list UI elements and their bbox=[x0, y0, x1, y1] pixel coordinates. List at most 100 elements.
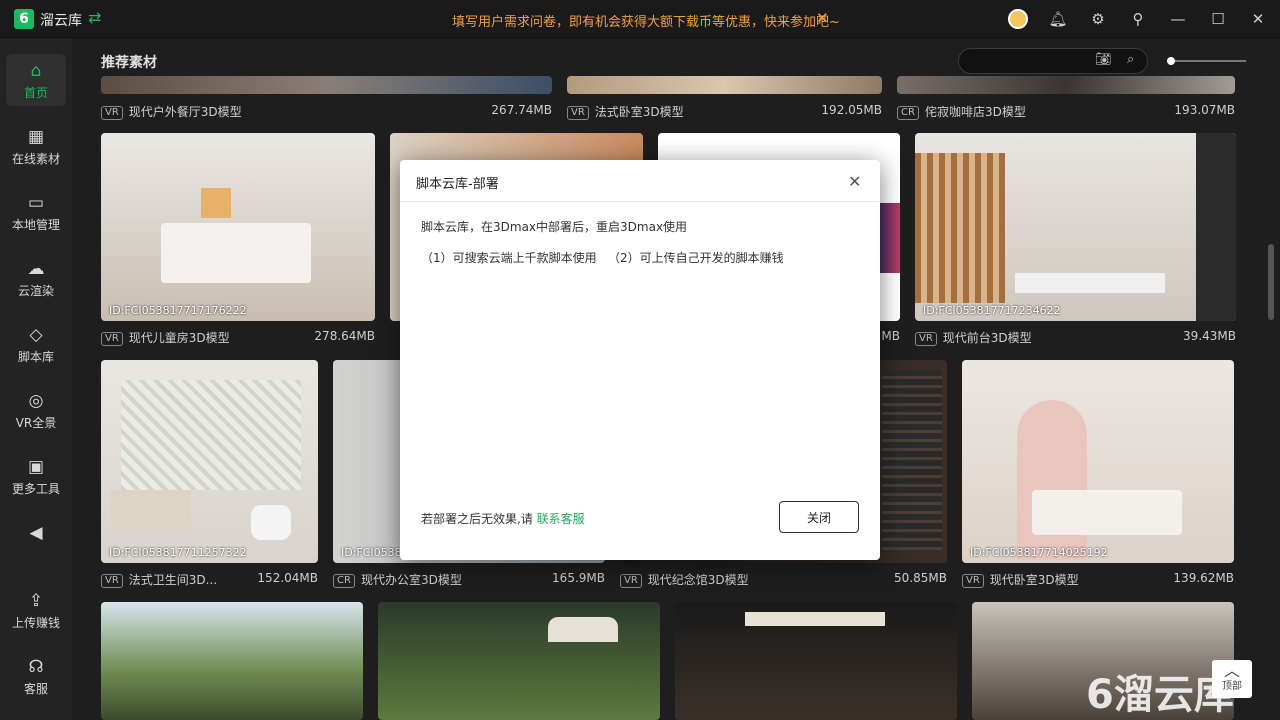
asset-meta: VR 法式卧室3D模型 192.05MB bbox=[567, 103, 882, 121]
asset-thumbnail[interactable] bbox=[101, 76, 552, 94]
asset-size: 278.64MB bbox=[314, 329, 375, 343]
dialog-footer-text: 若部署之后无效果,请 bbox=[421, 512, 537, 526]
toilet bbox=[251, 505, 291, 540]
upload-icon: ⇪ bbox=[28, 591, 44, 611]
search-input[interactable] bbox=[971, 53, 1091, 71]
asset-card[interactable]: ID:FCI053817711257322 VR 法式卫生间3D... 152.0… bbox=[101, 360, 318, 588]
app-logo: 6 bbox=[14, 9, 34, 29]
zoom-slider-track[interactable] bbox=[1170, 60, 1246, 62]
asset-size: 267.74MB bbox=[491, 103, 552, 117]
asset-card[interactable] bbox=[101, 602, 363, 720]
asset-card[interactable]: CR 侘寂咖啡店3D模型 193.07MB bbox=[897, 76, 1235, 120]
asset-badge: VR bbox=[620, 574, 642, 588]
avatar[interactable] bbox=[1008, 9, 1028, 29]
asset-card[interactable]: VR 现代户外餐厅3D模型 267.74MB bbox=[101, 76, 552, 120]
arch-wall bbox=[1017, 400, 1087, 560]
sidebar-item-label: 云渲染 bbox=[17, 284, 54, 298]
title-bar: 6 溜云库 ⇄ 填写用户需求问卷，即有机会获得大额下载币等优惠，快来参加吧~ ✕… bbox=[0, 0, 1280, 38]
minimize-icon[interactable]: — bbox=[1168, 9, 1188, 29]
notice-close-icon[interactable]: ✕ bbox=[816, 9, 829, 27]
dialog-feature-1: （1）可搜索云端上千款脚本使用 bbox=[421, 251, 597, 265]
asset-card[interactable] bbox=[675, 602, 957, 720]
sidebar-item-cloud-render[interactable]: ☁ 云渲染 bbox=[6, 252, 66, 304]
gear-icon[interactable]: ⚙ bbox=[1088, 9, 1108, 29]
sidebar-item-label: 更多工具 bbox=[11, 482, 60, 496]
asset-thumbnail[interactable] bbox=[101, 602, 363, 720]
ceiling-light bbox=[745, 612, 885, 626]
wood-wall bbox=[915, 153, 1005, 303]
back-to-top-button[interactable]: ︿ 顶部 bbox=[1212, 660, 1252, 698]
scrollbar[interactable] bbox=[1268, 244, 1274, 320]
floral-wall bbox=[121, 380, 301, 490]
sidebar-item-label: 脚本库 bbox=[17, 350, 54, 364]
grid-icon: ▦ bbox=[27, 127, 45, 147]
asset-card[interactable]: ID:FCI053817717234622 VR 现代前台3D模型 39.43MB bbox=[915, 133, 1236, 347]
asset-badge: VR bbox=[567, 106, 589, 120]
headset-icon: ☊ bbox=[28, 657, 44, 677]
sidebar-item-label: 首页 bbox=[23, 86, 48, 100]
sidebar-item-upload[interactable]: ⇪ 上传赚钱 bbox=[6, 584, 66, 636]
asset-card[interactable] bbox=[378, 602, 660, 720]
asset-meta: VR 现代前台3D模型 39.43MB bbox=[915, 329, 1236, 347]
app-name: 溜云库 bbox=[40, 13, 82, 29]
pin-icon[interactable]: ⚲ bbox=[1128, 9, 1148, 29]
close-window-icon[interactable]: ✕ bbox=[1248, 9, 1268, 29]
bell-icon[interactable]: 🔔︎ bbox=[1048, 9, 1068, 29]
sidebar: ⌂ 首页 ▦ 在线素材 ▭ 本地管理 ☁ 云渲染 ◇ 脚本库 ◎ VR全景 ▣ … bbox=[0, 38, 72, 720]
chevron-up-icon: ︿ bbox=[1223, 661, 1240, 680]
close-icon[interactable]: ✕ bbox=[848, 172, 861, 191]
sidebar-collapse[interactable]: ◀ bbox=[6, 516, 66, 548]
asset-thumbnail[interactable]: ID:FCI053817714025192 bbox=[962, 360, 1234, 563]
asset-title: 现代户外餐厅3D模型 bbox=[128, 105, 242, 119]
asset-thumbnail[interactable] bbox=[378, 602, 660, 720]
asset-card[interactable]: ID:FCI053817714025192 VR 现代卧室3D模型 139.62M… bbox=[962, 360, 1234, 588]
camera-icon[interactable]: 📷︎ bbox=[1095, 52, 1112, 67]
notice-banner[interactable]: 填写用户需求问卷，即有机会获得大额下载币等优惠，快来参加吧~ bbox=[452, 11, 840, 30]
asset-thumbnail[interactable]: ID:FCI053817717176222 bbox=[101, 133, 375, 321]
asset-title: 现代办公室3D模型 bbox=[360, 573, 462, 587]
dialog-title: 脚本云库-部署 bbox=[416, 177, 499, 192]
dialog-feature-2: （2）可上传自己开发的脚本赚钱 bbox=[608, 251, 784, 265]
asset-card[interactable]: ID:FCI053817717176222 VR 现代儿童房3D模型 278.64… bbox=[101, 133, 375, 347]
vr-icon: ◎ bbox=[28, 391, 44, 411]
asset-badge: CR bbox=[333, 574, 355, 588]
contact-support-link[interactable]: 联系客服 bbox=[537, 512, 585, 526]
asset-thumbnail[interactable] bbox=[567, 76, 882, 94]
deploy-dialog: 脚本云库-部署 ✕ 脚本云库，在3Dmax中部署后，重启3Dmax使用 （1）可… bbox=[400, 160, 880, 560]
dialog-description: 脚本云库，在3Dmax中部署后，重启3Dmax使用 bbox=[421, 220, 688, 234]
asset-size: 39.43MB bbox=[1183, 329, 1236, 343]
sidebar-item-vr[interactable]: ◎ VR全景 bbox=[6, 384, 66, 436]
sidebar-item-more-tools[interactable]: ▣ 更多工具 bbox=[6, 450, 66, 502]
asset-thumbnail[interactable]: ID:FCI053817711257322 bbox=[101, 360, 318, 563]
asset-size: 152.04MB bbox=[257, 571, 318, 585]
asset-size: 193.07MB bbox=[1174, 103, 1235, 117]
home-icon: ⌂ bbox=[30, 61, 42, 81]
zoom-slider-handle[interactable] bbox=[1167, 57, 1175, 65]
sidebar-item-online-assets[interactable]: ▦ 在线素材 bbox=[6, 120, 66, 172]
sidebar-item-local-manage[interactable]: ▭ 本地管理 bbox=[6, 186, 66, 238]
search-icon[interactable]: ⌕ bbox=[1127, 52, 1134, 67]
asset-thumbnail[interactable]: ID:FCI053817717234622 bbox=[915, 133, 1236, 321]
asset-badge: VR bbox=[101, 332, 123, 346]
search-box[interactable]: 📷︎ ⌕ bbox=[958, 48, 1148, 74]
toolbox-icon: ▣ bbox=[27, 457, 45, 477]
stone-wall bbox=[882, 370, 942, 550]
swap-icon[interactable]: ⇄ bbox=[88, 8, 101, 27]
dialog-header: 脚本云库-部署 ✕ bbox=[400, 160, 880, 202]
sidebar-item-label: VR全景 bbox=[15, 416, 57, 430]
asset-meta: VR 现代户外餐厅3D模型 267.74MB bbox=[101, 103, 552, 121]
asset-thumbnail[interactable] bbox=[675, 602, 957, 720]
asset-card[interactable]: VR 法式卧室3D模型 192.05MB bbox=[567, 76, 882, 120]
asset-title: 现代纪念馆3D模型 bbox=[647, 573, 749, 587]
sidebar-item-label: 客服 bbox=[23, 682, 48, 696]
maximize-icon[interactable]: ☐ bbox=[1208, 9, 1228, 29]
back-to-top-label: 顶部 bbox=[1222, 681, 1242, 692]
asset-thumbnail[interactable] bbox=[897, 76, 1235, 94]
sidebar-item-home[interactable]: ⌂ 首页 bbox=[6, 54, 66, 106]
asset-title: 法式卧室3D模型 bbox=[594, 105, 684, 119]
asset-size: MB bbox=[881, 329, 900, 343]
close-button[interactable]: 关闭 bbox=[779, 501, 859, 533]
vanity bbox=[111, 490, 191, 530]
sidebar-item-support[interactable]: ☊ 客服 bbox=[6, 650, 66, 702]
sidebar-item-script-library[interactable]: ◇ 脚本库 bbox=[6, 318, 66, 370]
